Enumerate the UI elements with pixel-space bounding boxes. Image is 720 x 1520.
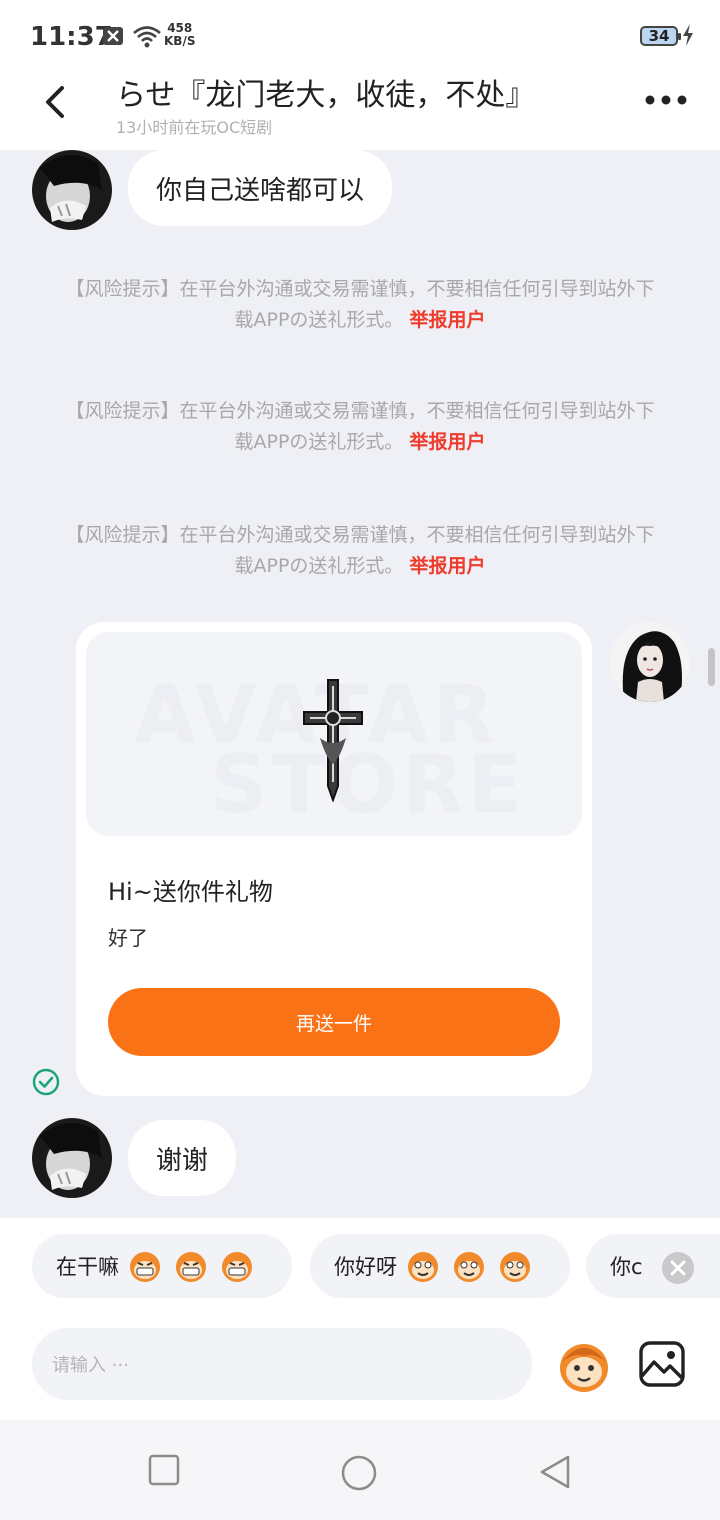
received-message-bubble: 你自己送啥都可以 xyxy=(128,150,393,226)
grinning-monkey-emoji-icon xyxy=(222,1252,252,1282)
scroll-indicator[interactable] xyxy=(708,648,715,686)
close-quick-replies-icon[interactable] xyxy=(662,1252,694,1284)
status-time: 11:37 xyxy=(30,22,113,52)
gift-message: 好了 xyxy=(108,926,148,950)
risk-notice: 【风险提示】在平台外沟通或交易需谨慎，不要相信任何引导到站外下载APPの送礼形式… xyxy=(60,520,660,582)
emoji-picker-icon[interactable] xyxy=(554,1338,614,1394)
quick-reply-bar: 在干嘛 你好呀 你c xyxy=(0,1218,720,1314)
smiling-monkey-emoji-icon xyxy=(454,1252,484,1282)
gift-image: AVATAR STORE xyxy=(86,632,582,836)
message-input-bar: 请输入 ··· xyxy=(0,1314,720,1420)
quick-reply-chip[interactable]: 在干嘛 xyxy=(32,1234,292,1298)
network-speed: 458 KB/S xyxy=(164,22,195,48)
contact-avatar[interactable] xyxy=(32,1118,112,1198)
smiling-monkey-emoji-icon xyxy=(408,1252,438,1282)
quick-reply-label: 在干嘛 xyxy=(56,1255,119,1279)
quick-reply-label: 你c xyxy=(610,1255,643,1279)
risk-notice-text: 【风险提示】在平台外沟通或交易需谨慎，不要相信任何引导到站外下载APPの送礼形式… xyxy=(65,524,655,577)
report-user-link[interactable]: 举报用户 xyxy=(409,309,485,331)
charging-icon xyxy=(683,24,693,46)
chat-title: らせ『龙门老大，收徒，不处』 xyxy=(116,78,536,113)
message-input[interactable]: 请输入 ··· xyxy=(32,1328,532,1400)
notification-icon xyxy=(103,27,123,45)
message-text: 你自己送啥都可以 xyxy=(156,175,365,206)
report-user-link[interactable]: 举报用户 xyxy=(409,431,485,453)
image-picker-icon[interactable] xyxy=(638,1340,686,1388)
send-another-gift-label: 再送一件 xyxy=(295,1012,372,1035)
quick-reply-chip[interactable]: 你好呀 xyxy=(310,1234,570,1298)
message-text: 谢谢 xyxy=(156,1145,209,1176)
gift-title: Hi~送你件礼物 xyxy=(108,878,273,906)
battery-icon: 34 xyxy=(640,26,681,46)
risk-notice-text: 【风险提示】在平台外沟通或交易需谨慎，不要相信任何引导到站外下载APPの送礼形式… xyxy=(65,400,655,453)
quick-reply-chip[interactable]: 你c xyxy=(586,1234,720,1298)
chat-header: らせ『龙门老大，收徒，不处』 13小时前在玩OC短剧 xyxy=(0,70,720,150)
gift-card[interactable]: AVATAR STORE Hi~送你件礼物 好了 再送一件 xyxy=(76,622,592,1096)
system-nav-bar xyxy=(0,1420,720,1520)
network-speed-unit: KB/S xyxy=(164,34,196,48)
recent-apps-icon[interactable] xyxy=(148,1454,180,1486)
status-bar: 11:37 458 KB/S 34 xyxy=(0,0,720,70)
more-options-icon[interactable] xyxy=(644,88,688,112)
back-nav-icon[interactable] xyxy=(538,1454,572,1490)
quick-reply-label: 你好呀 xyxy=(334,1255,397,1279)
send-another-gift-button[interactable]: 再送一件 xyxy=(108,988,560,1056)
home-icon[interactable] xyxy=(340,1454,378,1492)
sent-check-icon xyxy=(32,1068,60,1096)
grinning-monkey-emoji-icon xyxy=(176,1252,206,1282)
risk-notice-text: 【风险提示】在平台外沟通或交易需谨慎，不要相信任何引导到站外下载APPの送礼形式… xyxy=(65,278,655,331)
my-avatar[interactable] xyxy=(610,622,690,702)
message-input-placeholder: 请输入 ··· xyxy=(52,1355,129,1376)
cross-icon xyxy=(303,679,363,802)
report-user-link[interactable]: 举报用户 xyxy=(409,555,485,577)
grinning-monkey-emoji-icon xyxy=(130,1252,160,1282)
battery-level: 34 xyxy=(648,27,670,45)
received-message-bubble: 谢谢 xyxy=(128,1120,237,1196)
wifi-icon xyxy=(133,26,161,48)
risk-notice: 【风险提示】在平台外沟通或交易需谨慎，不要相信任何引导到站外下载APPの送礼形式… xyxy=(60,274,660,336)
risk-notice: 【风险提示】在平台外沟通或交易需谨慎，不要相信任何引导到站外下载APPの送礼形式… xyxy=(60,396,660,458)
chat-subtitle: 13小时前在玩OC短剧 xyxy=(116,118,273,137)
gift-watermark-line2: STORE xyxy=(210,738,527,831)
back-arrow-icon[interactable] xyxy=(38,82,78,122)
contact-avatar[interactable] xyxy=(32,150,112,230)
smiling-monkey-emoji-icon xyxy=(500,1252,530,1282)
